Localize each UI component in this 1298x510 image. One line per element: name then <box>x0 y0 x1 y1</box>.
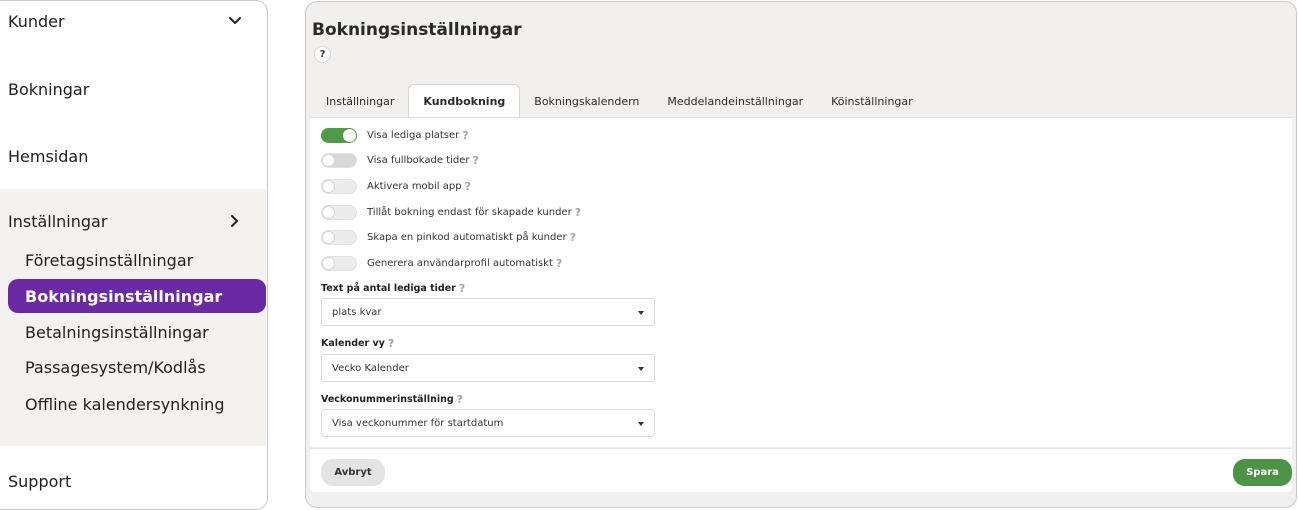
sidebar-subitem-bokningsinstallningar[interactable]: Bokningsinställningar <box>8 279 266 313</box>
toggle-knob <box>322 205 335 219</box>
help-question-icon[interactable]: ? <box>457 393 463 406</box>
sidebar-subitem-label: Betalningsinställningar <box>25 322 209 342</box>
toggle-label: Skapa en pinkod automatiskt på kunder <box>367 231 567 243</box>
field-label-antal-lediga-tider: Text på antal lediga tider ? <box>321 282 465 295</box>
sidebar-subitem-label: Bokningsinställningar <box>25 286 223 306</box>
help-question-icon[interactable]: ? <box>462 129 468 142</box>
sidebar-item-hemsidan[interactable]: Hemsidan <box>0 136 266 176</box>
sidebar-item-label: Hemsidan <box>8 146 89 166</box>
field-label-kalender-vy: Kalender vy ? <box>321 337 394 350</box>
chevron-right-icon <box>228 214 242 228</box>
toggle-switch[interactable] <box>321 229 357 245</box>
sidebar-subitem-label: Passagesystem/Kodlås <box>25 357 206 377</box>
field-label-text: Text på antal lediga tider <box>321 283 456 294</box>
toggle-switch[interactable] <box>321 152 357 168</box>
sidebar-item-support[interactable]: Support <box>0 461 266 501</box>
sidebar-subitem-betalningsinstallningar[interactable]: Betalningsinställningar <box>8 315 266 349</box>
sidebar-subitem-label: Företagsinställningar <box>25 250 194 270</box>
select-kalender-vy[interactable]: Vecko Kalender <box>321 354 655 382</box>
tab-kundbokning[interactable]: Kundbokning <box>408 84 521 118</box>
toggle-row-visa-lediga-platser: Visa lediga platser ? <box>321 126 469 144</box>
sidebar-item-label: Inställningar <box>8 211 108 231</box>
select-value: Vecko Kalender <box>332 362 409 374</box>
toggle-row-tillat-bokning: Tillåt bokning endast för skapade kunder… <box>321 203 581 221</box>
toggle-knob <box>343 128 356 142</box>
sidebar-subitem-passagesystem[interactable]: Passagesystem/Kodlås <box>8 350 266 384</box>
help-icon[interactable]: ? <box>314 46 331 63</box>
sidebar: Kunder Bokningar Hemsidan Inställningar … <box>0 0 268 510</box>
toggle-label: Visa lediga platser <box>367 129 460 141</box>
caret-down-icon <box>638 422 644 426</box>
toggle-label: Generera användarprofil automatiskt <box>367 257 553 269</box>
caret-down-icon <box>638 311 644 315</box>
toggle-switch[interactable] <box>321 255 357 271</box>
tab-bar: Inställningar Kundbokning Bokningskalend… <box>312 84 927 118</box>
toggle-switch[interactable] <box>321 204 357 220</box>
help-question-icon[interactable]: ? <box>556 257 562 270</box>
toggle-label: Aktivera mobil app <box>367 180 462 192</box>
sidebar-subitem-offline-kalendersynkning[interactable]: Offline kalendersynkning <box>8 387 266 421</box>
toggle-label: Tillåt bokning endast för skapade kunder <box>367 206 572 218</box>
field-label-veckonummer: Veckonummerinställning ? <box>321 393 463 406</box>
select-value: Visa veckonummer för startdatum <box>332 417 504 429</box>
field-label-text: Kalender vy <box>321 338 385 349</box>
help-question-icon[interactable]: ? <box>575 206 581 219</box>
sidebar-subitem-foretagsinstallningar[interactable]: Företagsinställningar <box>8 243 266 277</box>
sidebar-item-label: Kunder <box>8 11 65 31</box>
toggle-knob <box>322 153 335 167</box>
toggle-knob <box>322 256 335 270</box>
toggle-switch[interactable] <box>321 178 357 194</box>
toggle-label: Visa fullbokade tider <box>367 154 470 166</box>
sidebar-item-installningar[interactable]: Inställningar <box>0 201 266 241</box>
toggle-row-skapa-pinkod: Skapa en pinkod automatiskt på kunder ? <box>321 228 576 246</box>
tab-installningar[interactable]: Inställningar <box>312 84 408 118</box>
sidebar-item-bokningar[interactable]: Bokningar <box>0 69 266 109</box>
help-question-icon[interactable]: ? <box>473 154 479 167</box>
tab-koinstallningar[interactable]: Köinställningar <box>817 84 927 118</box>
help-question-icon[interactable]: ? <box>459 282 465 295</box>
save-button[interactable]: Spara <box>1233 459 1292 486</box>
sidebar-subitem-label: Offline kalendersynkning <box>25 394 225 414</box>
toggle-row-aktivera-mobil-app: Aktivera mobil app ? <box>321 177 471 195</box>
cancel-button[interactable]: Avbryt <box>321 459 385 486</box>
select-antal-lediga-tider[interactable]: plats kvar <box>321 298 655 326</box>
settings-panel: Bokningsinställningar ? Inställningar Ku… <box>305 1 1297 508</box>
sidebar-item-kunder[interactable]: Kunder <box>0 1 266 41</box>
sidebar-item-label: Support <box>8 471 72 491</box>
tab-meddelandeinstallningar[interactable]: Meddelandeinställningar <box>653 84 817 118</box>
page-title: Bokningsinställningar <box>312 20 522 40</box>
sidebar-item-label: Bokningar <box>8 79 90 99</box>
toggle-switch[interactable] <box>321 127 357 143</box>
tab-content: Visa lediga platser ? Visa fullbokade ti… <box>310 117 1292 447</box>
form-footer: Avbryt Spara <box>310 448 1292 492</box>
toggle-knob <box>322 179 335 193</box>
chevron-down-icon <box>228 14 242 28</box>
help-question-icon[interactable]: ? <box>465 180 471 193</box>
toggle-knob <box>322 230 335 244</box>
caret-down-icon <box>638 367 644 371</box>
help-question-icon[interactable]: ? <box>570 231 576 244</box>
select-veckonummer[interactable]: Visa veckonummer för startdatum <box>321 409 655 437</box>
toggle-row-visa-fullbokade-tider: Visa fullbokade tider ? <box>321 151 479 169</box>
tab-bokningskalendern[interactable]: Bokningskalendern <box>520 84 653 118</box>
select-value: plats kvar <box>332 306 382 318</box>
field-label-text: Veckonummerinställning <box>321 394 454 405</box>
toggle-row-generera-anvandarprofil: Generera användarprofil automatiskt ? <box>321 254 562 272</box>
help-question-icon[interactable]: ? <box>388 337 394 350</box>
